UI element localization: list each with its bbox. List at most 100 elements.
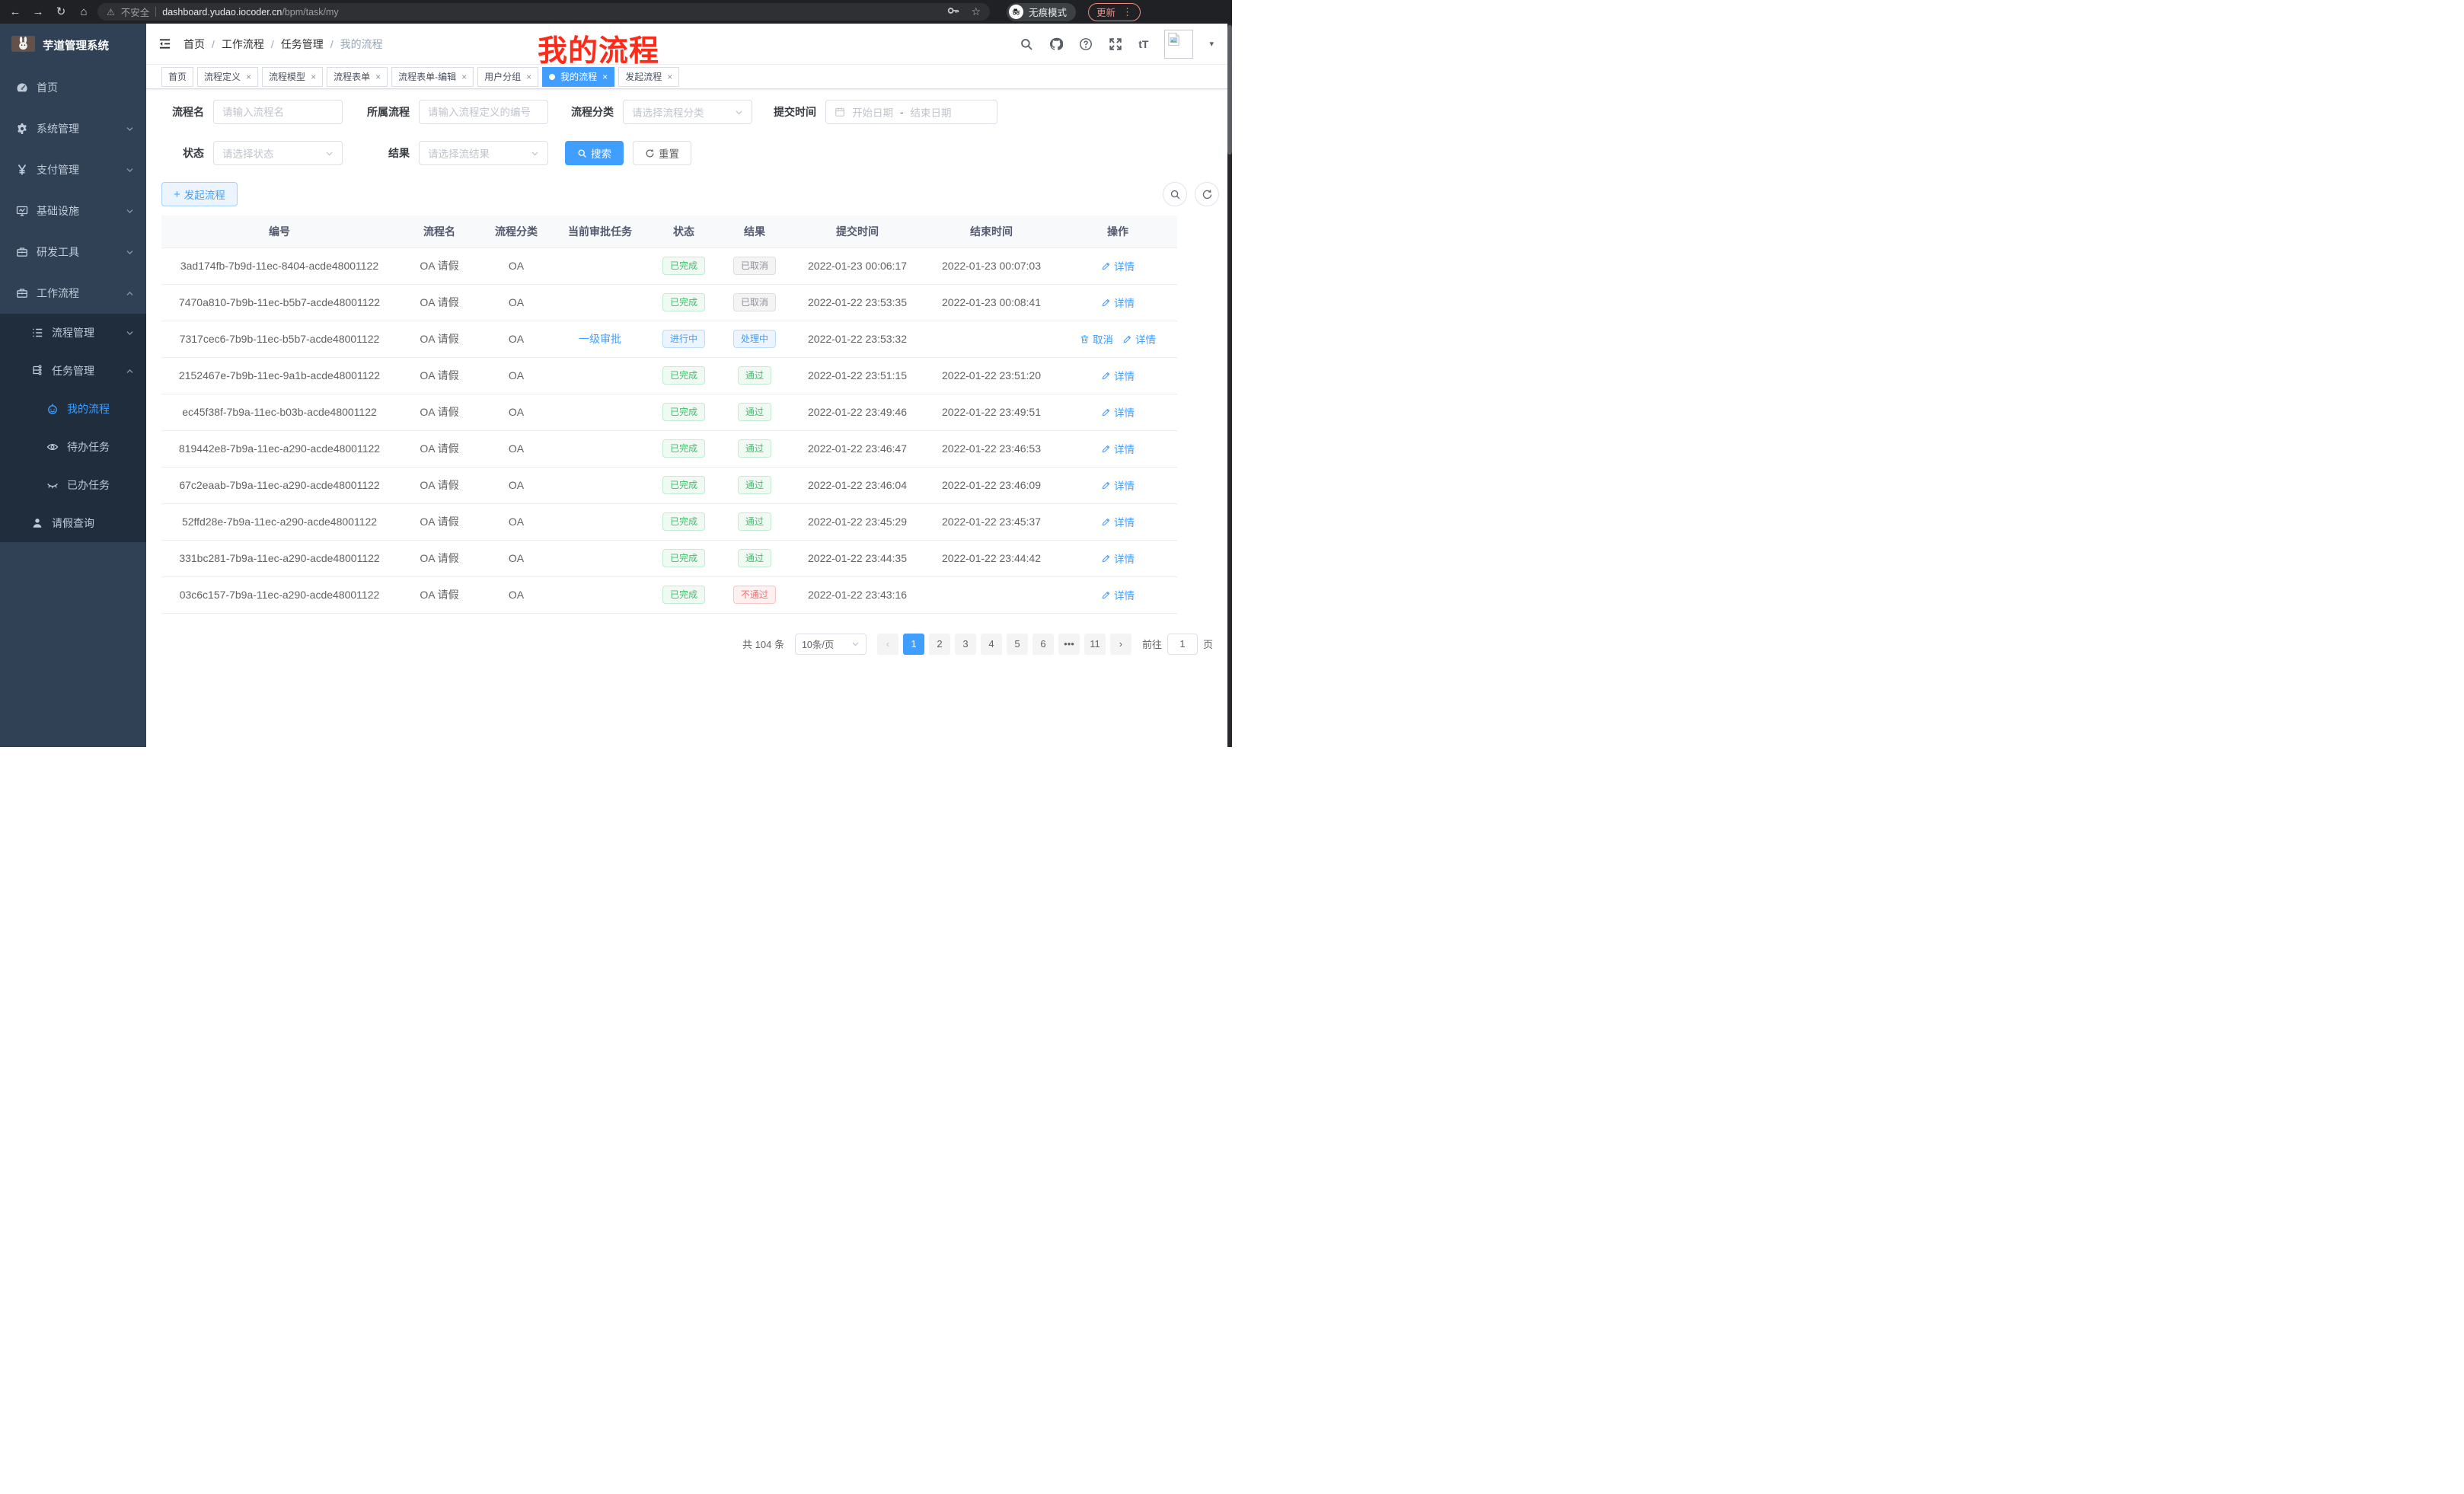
next-page-button[interactable]: › [1110,634,1131,655]
detail-link[interactable]: 详情 [1101,295,1135,310]
close-tab-icon[interactable]: × [246,72,251,82]
refresh-icon [645,148,655,158]
edit-icon [1101,444,1111,454]
cell-category: OA [481,357,551,394]
sidebar-item-process-management[interactable]: 流程管理 [0,314,146,352]
tab-4[interactable]: 流程表单-编辑× [391,67,474,87]
sidebar-item-my-process[interactable]: 我的流程 [0,390,146,428]
browser-home-icon[interactable]: ⌂ [75,0,93,24]
page-button-6[interactable]: 6 [1033,634,1054,655]
detail-link[interactable]: 详情 [1101,551,1135,566]
tab-0[interactable]: 首页 [161,67,193,87]
detail-link[interactable]: 详情 [1101,368,1135,383]
sidebar-item-task-management[interactable]: 任务管理 [0,352,146,390]
browser-back-icon[interactable]: ← [6,0,24,24]
detail-link[interactable]: 详情 [1101,441,1135,456]
security-label: 不安全 [121,5,150,19]
browser-menu-icon[interactable]: ⋮ [1122,6,1132,18]
tab-3[interactable]: 流程表单× [327,67,388,87]
bookmark-star-icon[interactable]: ☆ [971,5,981,18]
close-tab-icon[interactable]: × [526,72,531,82]
github-icon[interactable] [1049,37,1063,51]
result-select[interactable]: 请选择流结果 [419,141,548,165]
breadcrumb: 首页/工作流程/任务管理/我的流程 [184,37,383,52]
security-warning-icon: ⚠ [107,7,115,18]
refresh-table-button[interactable] [1195,182,1219,206]
page-button-5[interactable]: 5 [1007,634,1028,655]
breadcrumb-separator: / [212,38,215,50]
close-tab-icon[interactable]: × [602,72,608,82]
sidebar-item-leave-query[interactable]: 请假查询 [0,504,146,542]
close-tab-icon[interactable]: × [311,72,316,82]
cell-current-task [551,357,649,394]
page-size-select[interactable]: 10条/页 [795,634,867,655]
app-logo: 芋道管理系统 [0,24,146,67]
sidebar-item-workflow[interactable]: 工作流程 [0,273,146,314]
detail-link[interactable]: 详情 [1101,477,1135,493]
detail-link[interactable]: 详情 [1122,331,1156,346]
cancel-link[interactable]: 取消 [1080,331,1113,346]
toolbox-icon [15,287,28,300]
avatar[interactable] [1164,30,1193,59]
page-button-1[interactable]: 1 [903,634,924,655]
breadcrumb-item-0[interactable]: 首页 [184,37,205,52]
detail-link[interactable]: 详情 [1101,258,1135,273]
close-tab-icon[interactable]: × [667,72,672,82]
breadcrumb-item-1[interactable]: 工作流程 [222,37,264,52]
cell-submit-time: 2022-01-22 23:51:15 [790,357,924,394]
url-bar[interactable]: ⚠ 不安全 dashboard.yudao.iocoder.cn/bpm/tas… [97,3,990,21]
search-icon[interactable] [1020,37,1033,51]
browser-update-button[interactable]: 更新 ⋮ [1088,3,1141,21]
sidebar-item-done-tasks[interactable]: 已办任务 [0,466,146,504]
scrollbar-thumb[interactable] [1227,25,1232,155]
reset-button[interactable]: 重置 [633,141,691,165]
search-button[interactable]: 搜索 [565,141,624,165]
sidebar-item-system-management[interactable]: 系统管理 [0,108,146,149]
page-button-3[interactable]: 3 [955,634,976,655]
key-icon[interactable] [946,4,960,20]
cell-end-time: 2022-01-22 23:46:53 [924,430,1058,467]
close-tab-icon[interactable]: × [375,72,381,82]
cell-end-time [924,576,1058,613]
detail-link[interactable]: 详情 [1101,404,1135,420]
close-tab-icon[interactable]: × [461,72,467,82]
browser-reload-icon[interactable]: ↻ [52,0,70,24]
help-icon[interactable] [1079,37,1093,51]
tab-2[interactable]: 流程模型× [262,67,323,87]
page-scrollbar[interactable] [1227,24,1232,747]
status-badge: 已完成 [662,476,705,494]
detail-link[interactable]: 详情 [1101,514,1135,529]
page-button-4[interactable]: 4 [981,634,1002,655]
fullscreen-icon[interactable] [1109,37,1122,51]
cell-status: 已完成 [649,576,719,613]
sidebar-item-payment-management[interactable]: 支付管理 [0,149,146,190]
breadcrumb-item-2[interactable]: 任务管理 [281,37,324,52]
browser-forward-icon[interactable]: → [29,0,47,24]
goto-page-input[interactable] [1167,634,1198,655]
sidebar-item-dev-tools[interactable]: 研发工具 [0,231,146,273]
status-select[interactable]: 请选择状态 [213,141,343,165]
tab-1[interactable]: 流程定义× [197,67,258,87]
prev-page-button[interactable]: ‹ [877,634,898,655]
more-pages-button[interactable]: ••• [1058,634,1080,655]
sidebar-item-todo-tasks[interactable]: 待办任务 [0,428,146,466]
show-search-button[interactable] [1163,182,1187,206]
create-process-button[interactable]: + 发起流程 [161,182,238,206]
font-size-icon[interactable]: tT [1138,38,1148,50]
cell-status: 已完成 [649,540,719,576]
process-name-input[interactable] [213,100,343,124]
sidebar-item-home[interactable]: 首页 [0,67,146,108]
category-select[interactable]: 请选择流程分类 [623,100,752,124]
process-definition-label: 所属流程 [358,104,419,120]
detail-link[interactable]: 详情 [1101,587,1135,602]
page-button-2[interactable]: 2 [929,634,950,655]
sidebar-item-infrastructure[interactable]: 基础设施 [0,190,146,231]
process-definition-input[interactable] [419,100,548,124]
page-button-11[interactable]: 11 [1084,634,1106,655]
edit-icon [1101,517,1111,527]
avatar-caret-icon[interactable]: ▾ [1209,39,1214,49]
date-range-picker[interactable]: 开始日期 - 结束日期 [825,100,997,124]
current-task-link[interactable]: 一级审批 [579,333,621,345]
tab-5[interactable]: 用户分组× [477,67,538,87]
sidebar-collapse-icon[interactable] [158,37,171,50]
